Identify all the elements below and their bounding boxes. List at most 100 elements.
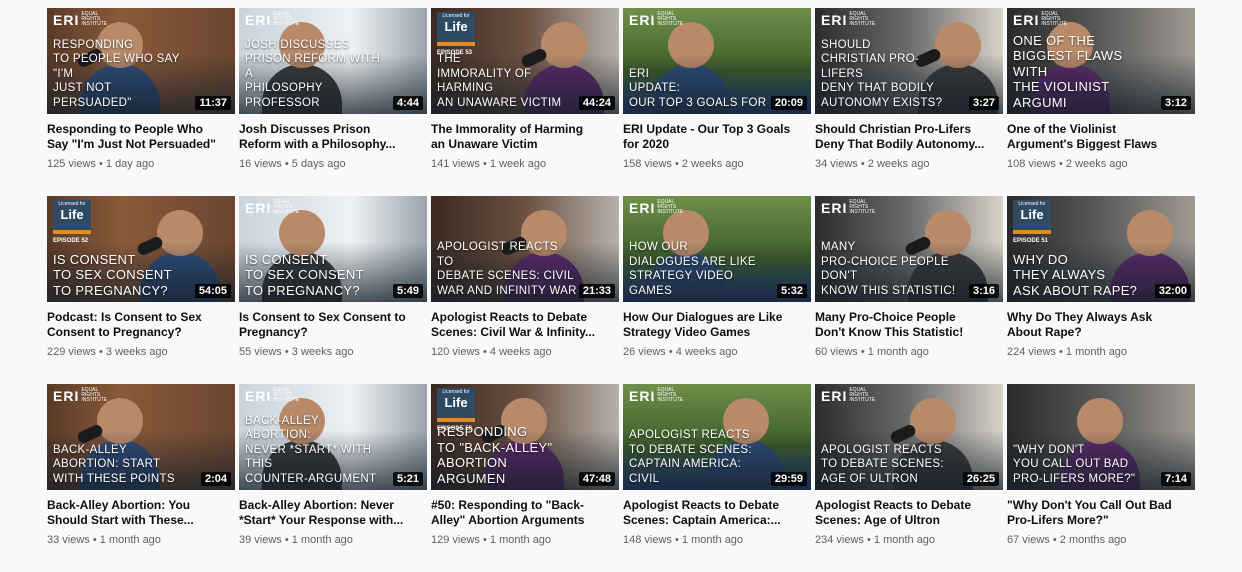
video-card[interactable]: ERI EQUAL RIGHTS INSTITUTE Apologist react… [623,384,811,572]
video-card[interactable]: ERI EQUAL RIGHTS INSTITUTE ERI Update: Our… [623,8,811,196]
thumbnail-overlay-text: ERI Update: Our top 3 goals for [629,67,767,109]
eri-logo: ERI EQUAL RIGHTS INSTITUTE [629,388,683,405]
duration-badge: 7:14 [1160,472,1191,486]
meta-separator: • [95,346,106,358]
thumbnail-overlay-text: Why do they always ask about rape? [1013,251,1138,298]
eri-logo-text: ERI [821,12,848,28]
video-thumbnail[interactable]: ERI EQUAL RIGHTS INSTITUTE Apologist react… [623,384,811,490]
video-thumbnail[interactable]: Apologist reacts to debate scenes: civil… [431,196,619,302]
upload-age: 3 weeks ago [291,346,354,358]
video-card[interactable]: ERI EQUAL RIGHTS INSTITUTE Back-alley abor… [239,384,427,572]
eri-logo-subtitle: EQUAL RIGHTS INSTITUTE [657,199,684,215]
meta-separator: • [665,346,676,358]
video-title[interactable]: Back-Alley Abortion: You Should Start wi… [47,498,235,528]
view-count: 33 views [47,534,90,546]
meta-separator: • [857,346,868,358]
video-title[interactable]: Apologist Reacts to Debate Scenes: Civil… [431,310,619,340]
video-thumbnail[interactable]: Licensed for Life EPISODE 51 Why do they al… [1007,196,1195,302]
video-card[interactable]: "Why don't you call out bad pro-lifers m… [1007,384,1195,572]
video-card[interactable]: ERI EQUAL RIGHTS INSTITUTE Is consent to s… [239,196,427,384]
view-count: 148 views [623,534,672,546]
eri-logo: ERI EQUAL RIGHTS INSTITUTE [245,388,299,405]
eri-logo: ERI EQUAL RIGHTS INSTITUTE [821,388,875,405]
video-title[interactable]: Apologist Reacts to Debate Scenes: Age o… [815,498,1003,528]
video-card[interactable]: Licensed for Life EPISODE 51 Why do they al… [1007,196,1195,384]
eri-logo-text: ERI [245,200,272,216]
video-thumbnail[interactable]: ERI EQUAL RIGHTS INSTITUTE Many pro-choice… [815,196,1003,302]
video-title[interactable]: Should Christian Pro-Lifers Deny That Bo… [815,122,1003,152]
video-title[interactable]: "Why Don't You Call Out Bad Pro-Lifers M… [1007,498,1195,528]
video-title[interactable]: #50: Responding to "Back- Alley" Abortio… [431,498,619,528]
video-card[interactable]: ERI EQUAL RIGHTS INSTITUTE How our dialogu… [623,196,811,384]
duration-badge: 3:16 [968,284,999,298]
podcast-badge-title: Life [444,19,468,34]
video-thumbnail[interactable]: ERI EQUAL RIGHTS INSTITUTE How our dialogu… [623,196,811,302]
video-card[interactable]: Licensed for Life EPISODE 52 Is consent to … [47,196,235,384]
video-grid: ERI EQUAL RIGHTS INSTITUTE Responding to p… [47,8,1195,572]
thumbnail-overlay-text: "Why don't you call out bad pro-lifers m… [1013,443,1136,485]
podcast-badge-bar [437,418,475,422]
eri-logo-text: ERI [821,388,848,404]
upload-age: 1 month ago [873,534,936,546]
duration-badge: 4:44 [392,96,423,110]
video-card[interactable]: Apologist reacts to debate scenes: civil… [431,196,619,384]
thumbnail-overlay-text: Josh discusses prison reform with a phil… [245,38,381,109]
upload-age: 1 month ago [1065,346,1128,358]
eri-logo: ERI EQUAL RIGHTS INSTITUTE [245,12,299,29]
view-count: 26 views [623,346,666,358]
video-thumbnail[interactable]: ERI EQUAL RIGHTS INSTITUTE Is consent to s… [239,196,427,302]
view-count: 120 views [431,346,480,358]
video-title[interactable]: One of the Violinist Argument's Biggest … [1007,122,1195,152]
video-thumbnail[interactable]: ERI EQUAL RIGHTS INSTITUTE Should christia… [815,8,1003,114]
thumbnail-overlay-text: Responding to "back-alley" abortion argu… [437,424,553,486]
video-card[interactable]: Licensed for Life EPISODE 53 The immorality… [431,8,619,196]
video-card[interactable]: ERI EQUAL RIGHTS INSTITUTE Should christia… [815,8,1003,196]
video-title[interactable]: Back-Alley Abortion: Never *Start* Your … [239,498,427,528]
video-title[interactable]: Apologist Reacts to Debate Scenes: Capta… [623,498,811,528]
eri-logo-text: ERI [53,12,80,28]
video-thumbnail[interactable]: ERI EQUAL RIGHTS INSTITUTE One of the bigg… [1007,8,1195,114]
video-thumbnail[interactable]: ERI EQUAL RIGHTS INSTITUTE Josh discusses … [239,8,427,114]
video-card[interactable]: ERI EQUAL RIGHTS INSTITUTE Josh discusses … [239,8,427,196]
video-title[interactable]: ERI Update - Our Top 3 Goals for 2020 [623,122,811,152]
video-thumbnail[interactable]: ERI EQUAL RIGHTS INSTITUTE Responding to p… [47,8,235,114]
upload-age: 1 month ago [291,534,353,546]
video-title[interactable]: How Our Dialogues are Like Strategy Vide… [623,310,811,340]
duration-badge: 29:59 [770,472,807,486]
video-title[interactable]: Josh Discusses Prison Reform with a Phil… [239,122,427,152]
video-thumbnail[interactable]: ERI EQUAL RIGHTS INSTITUTE Back-alley abor… [47,384,235,490]
video-title[interactable]: Is Consent to Sex Consent to Pregnancy? [239,310,427,340]
upload-age: 1 month ago [867,346,929,358]
eri-logo-subtitle: EQUAL RIGHTS INSTITUTE [1041,11,1068,27]
video-thumbnail[interactable]: ERI EQUAL RIGHTS INSTITUTE Apologist react… [815,384,1003,490]
video-meta: 234 views • 1 month ago [815,534,1003,546]
video-title[interactable]: Podcast: Is Consent to Sex Consent to Pr… [47,310,235,340]
video-thumbnail[interactable]: Licensed for Life EPISODE 50 Responding to … [431,384,619,490]
video-title[interactable]: Why Do They Always Ask About Rape? [1007,310,1195,340]
podcast-badge: Licensed for Life [437,388,475,422]
meta-separator: • [863,534,874,546]
video-meta: 39 views • 1 month ago [239,534,427,546]
video-card[interactable]: ERI EQUAL RIGHTS INSTITUTE One of the bigg… [1007,8,1195,196]
upload-age: 2 weeks ago [1065,158,1128,170]
meta-separator: • [89,534,100,546]
video-thumbnail[interactable]: Licensed for Life EPISODE 53 The immorality… [431,8,619,114]
thumbnail-overlay-text: Many pro-choice people don't know this s… [821,241,956,297]
video-card[interactable]: ERI EQUAL RIGHTS INSTITUTE Apologist react… [815,384,1003,572]
video-card[interactable]: ERI EQUAL RIGHTS INSTITUTE Many pro-choice… [815,196,1003,384]
video-thumbnail[interactable]: "Why don't you call out bad pro-lifers m… [1007,384,1195,490]
video-card[interactable]: Licensed for Life EPISODE 50 Responding to … [431,384,619,572]
video-thumbnail[interactable]: ERI EQUAL RIGHTS INSTITUTE ERI Update: Our… [623,8,811,114]
upload-age: 1 month ago [489,534,552,546]
video-title[interactable]: Many Pro-Choice People Don't Know This S… [815,310,1003,340]
video-title[interactable]: The Immorality of Harming an Unaware Vic… [431,122,619,152]
view-count: 108 views [1007,158,1056,170]
video-thumbnail[interactable]: ERI EQUAL RIGHTS INSTITUTE Back-alley abor… [239,384,427,490]
video-meta: 158 views • 2 weeks ago [623,158,811,170]
video-card[interactable]: ERI EQUAL RIGHTS INSTITUTE Responding to p… [47,8,235,196]
video-card[interactable]: ERI EQUAL RIGHTS INSTITUTE Back-alley abor… [47,384,235,572]
upload-age: 1 day ago [105,158,155,170]
upload-age: 3 weeks ago [105,346,168,358]
video-thumbnail[interactable]: Licensed for Life EPISODE 52 Is consent to … [47,196,235,302]
video-title[interactable]: Responding to People Who Say "I'm Just N… [47,122,235,152]
